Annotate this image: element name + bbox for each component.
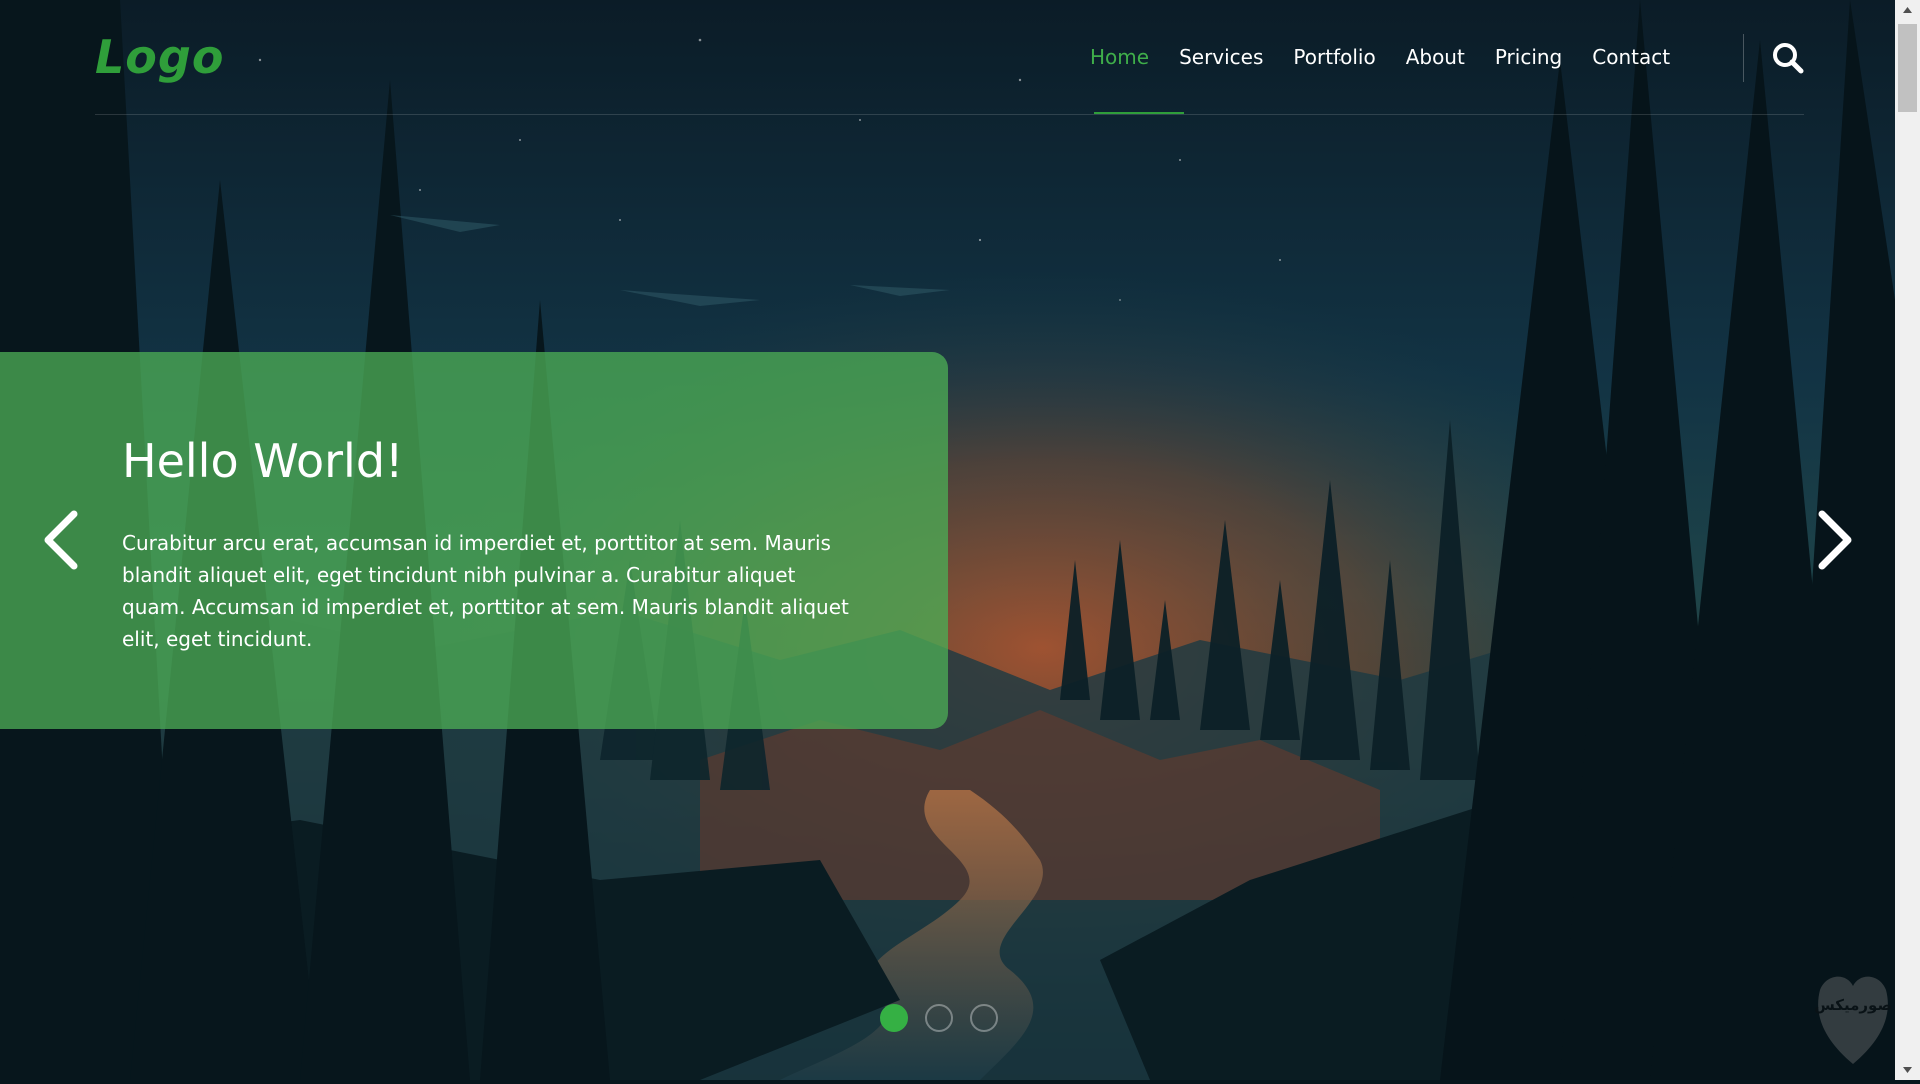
slide-title: Hello World! (122, 434, 404, 488)
triangle-up-icon (1903, 7, 1912, 13)
nav-portfolio[interactable]: Portfolio (1293, 40, 1375, 80)
page-scrollbar[interactable] (1895, 0, 1920, 1080)
watermark-text: صورميكس (1814, 996, 1892, 1014)
slide-caption: Hello World! Curabitur arcu erat, accums… (0, 352, 948, 729)
slide-dot-1[interactable] (880, 1004, 908, 1032)
slide-dot-3[interactable] (970, 1004, 998, 1032)
nav-about[interactable]: About (1406, 40, 1465, 80)
header-divider (95, 114, 1804, 115)
heart-shield-icon (1818, 976, 1888, 1064)
nav-pricing[interactable]: Pricing (1495, 40, 1562, 80)
main-nav: Home Services Portfolio About Pricing Co… (1090, 40, 1700, 80)
next-slide-button[interactable] (1812, 508, 1856, 572)
nav-separator (1743, 34, 1744, 82)
search-button[interactable] (1770, 40, 1806, 76)
slide-dot-2[interactable] (925, 1004, 953, 1032)
nav-home[interactable]: Home (1090, 40, 1149, 80)
scroll-down-button[interactable] (1895, 1060, 1920, 1080)
nav-services[interactable]: Services (1179, 40, 1263, 80)
watermark: صورميكس (1812, 968, 1894, 1068)
scroll-thumb[interactable] (1898, 24, 1917, 112)
nav-contact[interactable]: Contact (1592, 40, 1670, 80)
triangle-down-icon (1903, 1067, 1912, 1073)
slide-indicators (880, 1004, 1015, 1032)
prev-slide-button[interactable] (40, 508, 84, 572)
search-icon (1773, 43, 1804, 74)
logo[interactable]: Logo (95, 30, 224, 84)
slide-text: Curabitur arcu erat, accumsan id imperdi… (122, 531, 849, 651)
site-header: Logo Home Services Portfolio About Prici… (0, 0, 1895, 116)
scroll-up-button[interactable] (1895, 0, 1920, 20)
chevron-left-icon (44, 510, 78, 570)
chevron-right-icon (1818, 510, 1852, 570)
